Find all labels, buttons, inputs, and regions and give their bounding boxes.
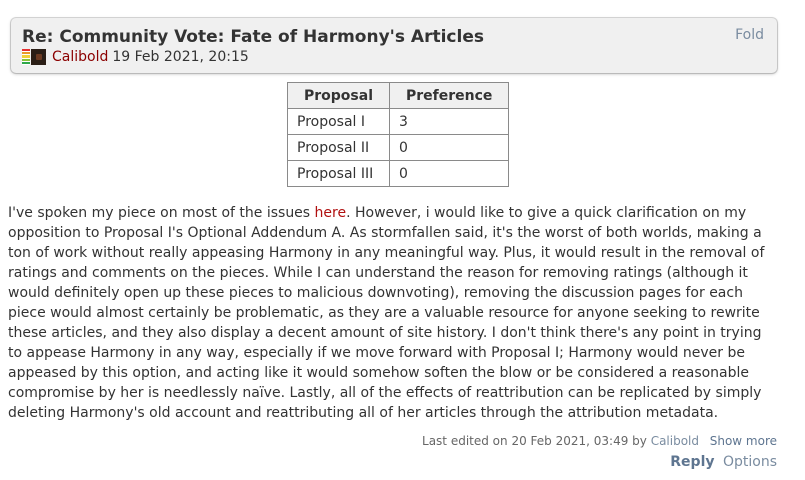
proposal-cell: Proposal III: [286, 160, 391, 187]
here-link[interactable]: here: [315, 205, 347, 221]
edited-prefix: Last edited on 20 Feb 2021, 03:49 by: [422, 434, 651, 448]
column-header-preference: Preference: [389, 82, 510, 109]
editor-link[interactable]: Calibold: [651, 434, 699, 448]
karma-bar: [22, 61, 30, 66]
column-header-proposal: Proposal: [286, 82, 391, 109]
table-header-row: Proposal Preference: [286, 82, 510, 109]
reply-button[interactable]: Reply: [670, 454, 714, 470]
post-actions: Reply Options: [670, 454, 777, 470]
options-button[interactable]: Options: [723, 454, 777, 470]
show-more-link[interactable]: Show more: [710, 434, 777, 448]
table-row: Proposal II 0: [286, 134, 510, 161]
karma-bars-icon: [22, 49, 30, 66]
proposal-cell: Proposal I: [286, 108, 391, 135]
preference-cell: 0: [389, 134, 510, 161]
post-body: I've spoken my piece on most of the issu…: [8, 203, 778, 423]
avatar-icon[interactable]: [31, 49, 46, 65]
edit-info: Last edited on 20 Feb 2021, 03:49 by Cal…: [422, 434, 699, 448]
preference-cell: 3: [389, 108, 510, 135]
preference-table: Proposal Preference Proposal I 3 Proposa…: [286, 82, 510, 187]
post-title: Re: Community Vote: Fate of Harmony's Ar…: [22, 27, 484, 47]
proposal-cell: Proposal II: [286, 134, 391, 161]
post-header: Re: Community Vote: Fate of Harmony's Ar…: [11, 18, 777, 73]
body-text-start: I've spoken my piece on most of the issu…: [8, 205, 315, 221]
table-row: Proposal III 0: [286, 160, 510, 187]
fold-link[interactable]: Fold: [735, 27, 764, 43]
body-text-rest: . However, i would like to give a quick …: [8, 205, 765, 421]
author-link[interactable]: Calibold: [52, 49, 108, 65]
post-timestamp: 19 Feb 2021, 20:15: [112, 49, 249, 65]
table-row: Proposal I 3: [286, 108, 510, 135]
preference-cell: 0: [389, 160, 510, 187]
author-line: Calibold 19 Feb 2021, 20:15: [22, 49, 249, 66]
